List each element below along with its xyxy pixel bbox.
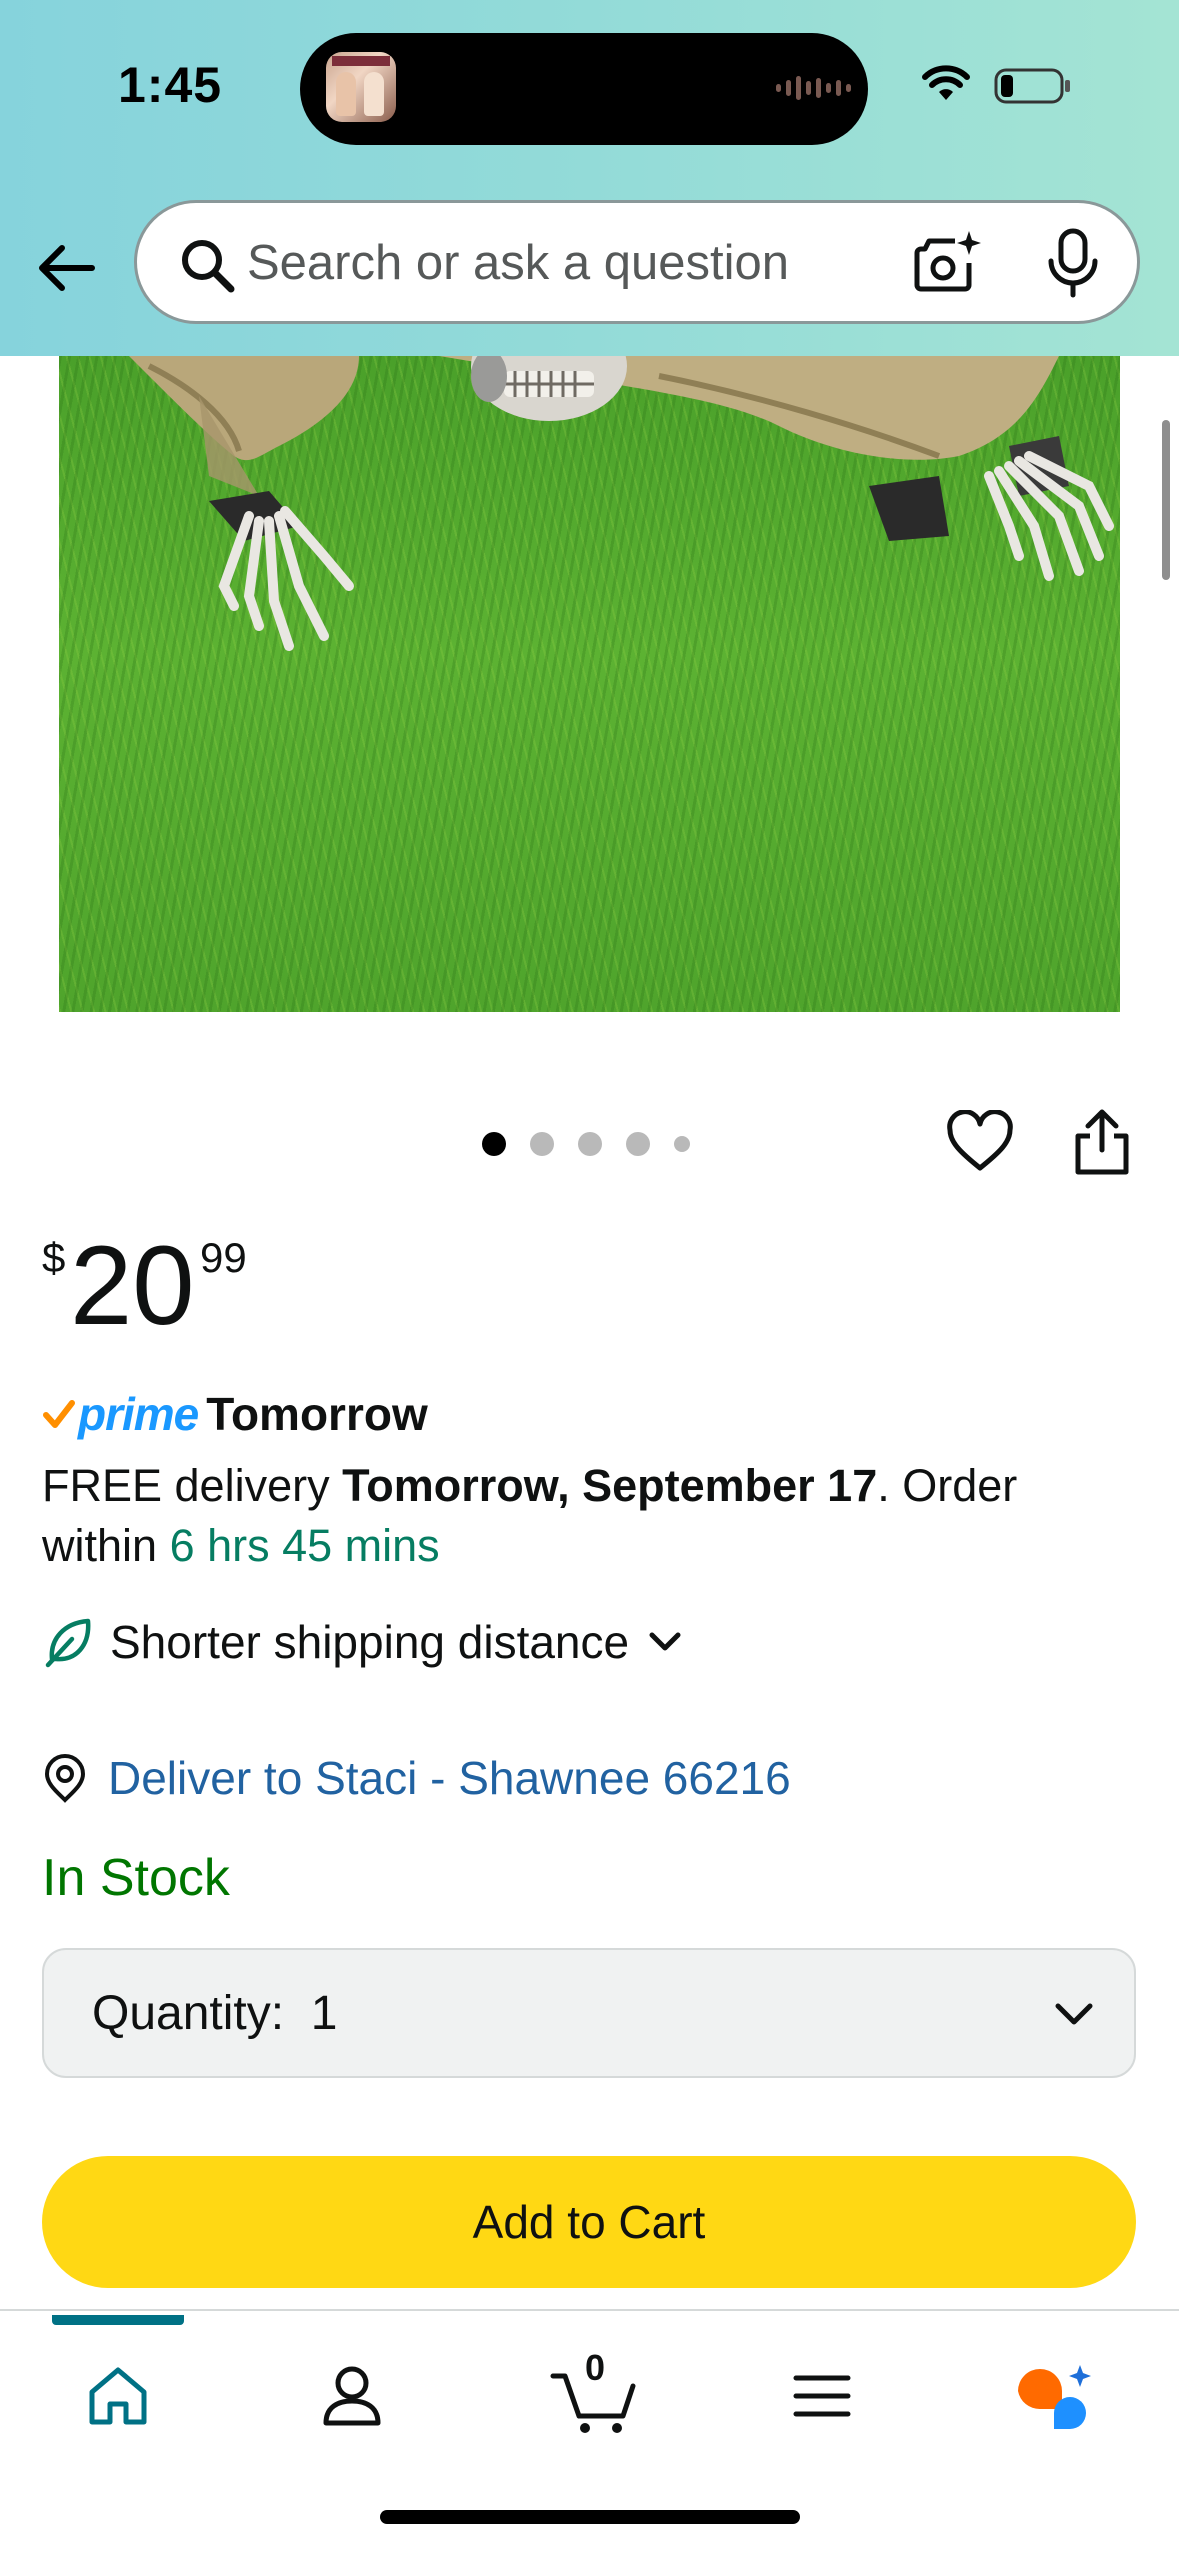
now-playing-thumbnail[interactable] <box>326 52 396 122</box>
image-carousel-dots[interactable] <box>482 1132 690 1156</box>
search-icon <box>182 240 235 293</box>
nav-active-indicator <box>52 2315 184 2325</box>
back-button[interactable] <box>30 232 102 304</box>
chevron-down-icon <box>649 1632 681 1651</box>
prime-check-icon <box>43 1400 75 1428</box>
quantity-value: 1 <box>310 1987 338 2040</box>
skeleton-decoration-image <box>129 356 1114 651</box>
home-indicator[interactable] <box>380 2510 800 2524</box>
shipping-distance-toggle[interactable]: Shorter shipping distance <box>42 1610 683 1674</box>
deliver-to-link[interactable]: Deliver to Staci - Shawnee 66216 <box>108 1751 791 1805</box>
status-time: 1:45 <box>118 57 223 113</box>
delivery-free-text: FREE delivery <box>42 1460 343 1511</box>
menu-icon <box>793 2375 851 2417</box>
search-bar[interactable] <box>134 200 1140 324</box>
leaf-icon <box>45 1618 91 1668</box>
scroll-indicator[interactable] <box>1162 420 1170 580</box>
home-icon <box>89 2367 147 2425</box>
header: 1:45 <box>0 0 1179 356</box>
quantity-label: Quantity: 1 <box>92 1986 337 2041</box>
cart-count-badge: 0 <box>584 2347 606 2388</box>
heart-icon[interactable] <box>946 1110 1014 1174</box>
prime-badge-row: prime Tomorrow <box>42 1384 428 1444</box>
add-to-cart-button[interactable]: Add to Cart <box>42 2156 1136 2288</box>
nav-account[interactable] <box>302 2341 402 2451</box>
carousel-dot[interactable] <box>578 1132 602 1156</box>
stock-status: In Stock <box>42 1849 230 1907</box>
quantity-label-text: Quantity: <box>92 1987 285 2040</box>
chevron-down-icon <box>1055 2003 1093 2025</box>
prime-logo: prime <box>78 1388 199 1440</box>
location-pin-icon <box>44 1753 86 1803</box>
carousel-dot[interactable] <box>530 1132 554 1156</box>
quantity-select[interactable]: Quantity: 1 <box>42 1948 1136 2078</box>
deliver-to-row[interactable]: Deliver to Staci - Shawnee 66216 <box>42 1746 791 1810</box>
battery-icon <box>994 68 1070 104</box>
nav-home[interactable] <box>68 2341 168 2451</box>
account-icon <box>323 2366 381 2426</box>
rufus-icon <box>1018 2365 1091 2429</box>
camera-icon[interactable] <box>911 227 983 299</box>
delivery-date: Tomorrow, September 17 <box>342 1460 878 1511</box>
microphone-icon[interactable] <box>1043 227 1103 299</box>
audio-waveform-icon <box>776 76 851 100</box>
shipping-distance-text: Shorter shipping distance <box>110 1616 630 1668</box>
product-image[interactable] <box>59 356 1120 1012</box>
delivery-message: FREE delivery Tomorrow, September 17. Or… <box>42 1456 1142 1576</box>
carousel-dot[interactable] <box>674 1136 690 1152</box>
price-fraction: 99 <box>200 1234 247 1281</box>
price-symbol: $ <box>42 1234 66 1281</box>
nav-cart[interactable]: 0 <box>534 2341 654 2451</box>
nav-rufus-assistant[interactable] <box>1004 2341 1104 2451</box>
share-icon[interactable] <box>1072 1106 1132 1178</box>
nav-menu[interactable] <box>772 2341 872 2451</box>
carousel-dot[interactable] <box>626 1132 650 1156</box>
prime-delivery-day: Tomorrow <box>206 1388 428 1440</box>
search-input[interactable] <box>247 227 927 299</box>
wifi-icon <box>922 65 970 100</box>
carousel-dot[interactable] <box>482 1132 506 1156</box>
delivery-countdown: 6 hrs 45 mins <box>169 1520 440 1571</box>
price-whole: 20 <box>70 1223 195 1348</box>
back-arrow-icon <box>39 245 95 291</box>
